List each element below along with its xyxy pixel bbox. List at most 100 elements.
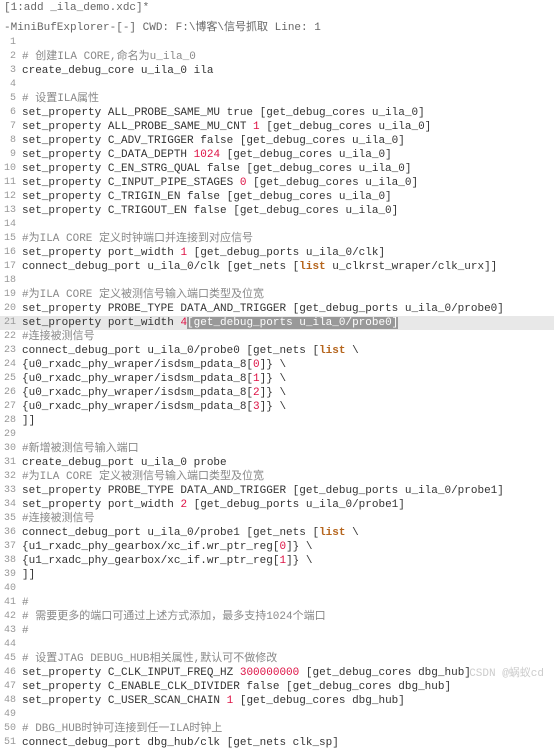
- code-text: [22, 36, 554, 50]
- code-line[interactable]: 16set_property port_width 1 [get_debug_p…: [0, 246, 554, 260]
- code-line[interactable]: 1: [0, 36, 554, 50]
- code-line[interactable]: 34set_property port_width 2 [get_debug_p…: [0, 498, 554, 512]
- code-line[interactable]: 51connect_debug_port dbg_hub/clk [get_ne…: [0, 736, 554, 750]
- code-line[interactable]: 37{u1_rxadc_phy_gearbox/xc_if.wr_ptr_reg…: [0, 540, 554, 554]
- code-line[interactable]: 22#连接被测信号: [0, 330, 554, 344]
- code-line[interactable]: 49: [0, 708, 554, 722]
- code-line[interactable]: 14: [0, 218, 554, 232]
- code-text: set_property C_TRIGIN_EN false [get_debu…: [22, 190, 554, 204]
- code-text: set_property port_width 4[get_debug_port…: [22, 316, 554, 330]
- code-line[interactable]: 7set_property ALL_PROBE_SAME_MU_CNT 1 [g…: [0, 120, 554, 134]
- line-number: 41: [0, 596, 22, 610]
- code-editor[interactable]: 12# 创建ILA CORE,命名为u_ila_03create_debug_c…: [0, 36, 554, 750]
- line-number: 3: [0, 64, 22, 78]
- line-number: 37: [0, 540, 22, 554]
- line-number: 44: [0, 638, 22, 652]
- line-number: 6: [0, 106, 22, 120]
- code-text: set_property ALL_PROBE_SAME_MU true [get…: [22, 106, 554, 120]
- code-text: ]]: [22, 414, 554, 428]
- code-line[interactable]: 36connect_debug_port u_ila_0/probe1 [get…: [0, 526, 554, 540]
- code-text: connect_debug_port u_ila_0/clk [get_nets…: [22, 260, 554, 274]
- code-line[interactable]: 25{u0_rxadc_phy_wraper/isdsm_pdata_8[1]}…: [0, 372, 554, 386]
- line-number: 39: [0, 568, 22, 582]
- code-line[interactable]: 2# 创建ILA CORE,命名为u_ila_0: [0, 50, 554, 64]
- line-number: 23: [0, 344, 22, 358]
- code-line[interactable]: 12set_property C_TRIGIN_EN false [get_de…: [0, 190, 554, 204]
- code-line[interactable]: 8set_property C_ADV_TRIGGER false [get_d…: [0, 134, 554, 148]
- line-number: 7: [0, 120, 22, 134]
- code-text: connect_debug_port u_ila_0/probe1 [get_n…: [22, 526, 554, 540]
- code-line[interactable]: 3create_debug_core u_ila_0 ila: [0, 64, 554, 78]
- code-line[interactable]: 10set_property C_EN_STRG_QUAL false [get…: [0, 162, 554, 176]
- code-text: [22, 638, 554, 652]
- line-number: 12: [0, 190, 22, 204]
- code-line[interactable]: 44: [0, 638, 554, 652]
- code-text: set_property port_width 2 [get_debug_por…: [22, 498, 554, 512]
- code-line[interactable]: 29: [0, 428, 554, 442]
- line-number: 8: [0, 134, 22, 148]
- line-number: 32: [0, 470, 22, 484]
- code-line[interactable]: 43#: [0, 624, 554, 638]
- code-text: set_property ALL_PROBE_SAME_MU_CNT 1 [ge…: [22, 120, 554, 134]
- code-line[interactable]: 19#为ILA CORE 定义被测信号输入端口类型及位宽: [0, 288, 554, 302]
- code-line[interactable]: 47set_property C_ENABLE_CLK_DIVIDER fals…: [0, 680, 554, 694]
- code-line[interactable]: 30#新增被测信号输入端口: [0, 442, 554, 456]
- line-number: 40: [0, 582, 22, 596]
- code-line[interactable]: 39]]: [0, 568, 554, 582]
- code-line[interactable]: 23connect_debug_port u_ila_0/probe0 [get…: [0, 344, 554, 358]
- code-line[interactable]: 21set_property port_width 4[get_debug_po…: [0, 316, 554, 330]
- code-line[interactable]: 24{u0_rxadc_phy_wraper/isdsm_pdata_8[0]}…: [0, 358, 554, 372]
- code-line[interactable]: 31create_debug_port u_ila_0 probe: [0, 456, 554, 470]
- code-line[interactable]: 9set_property C_DATA_DEPTH 1024 [get_deb…: [0, 148, 554, 162]
- code-text: set_property C_ADV_TRIGGER false [get_de…: [22, 134, 554, 148]
- line-number: 49: [0, 708, 22, 722]
- code-line[interactable]: 50# DBG_HUB时钟可连接到任一ILA时钟上: [0, 722, 554, 736]
- code-line[interactable]: 38{u1_rxadc_phy_gearbox/xc_if.wr_ptr_reg…: [0, 554, 554, 568]
- code-line[interactable]: 28]]: [0, 414, 554, 428]
- line-number: 27: [0, 400, 22, 414]
- code-text: set_property C_ENABLE_CLK_DIVIDER false …: [22, 680, 554, 694]
- code-text: [22, 274, 554, 288]
- line-number: 33: [0, 484, 22, 498]
- code-text: set_property C_INPUT_PIPE_STAGES 0 [get_…: [22, 176, 554, 190]
- code-line[interactable]: 33set_property PROBE_TYPE DATA_AND_TRIGG…: [0, 484, 554, 498]
- code-line[interactable]: 26{u0_rxadc_phy_wraper/isdsm_pdata_8[2]}…: [0, 386, 554, 400]
- code-line[interactable]: 40: [0, 582, 554, 596]
- code-text: # 需要更多的端口可通过上述方式添加，最多支持1024个端口: [22, 610, 554, 624]
- code-line[interactable]: 4: [0, 78, 554, 92]
- code-line[interactable]: 48set_property C_USER_SCAN_CHAIN 1 [get_…: [0, 694, 554, 708]
- line-number: 36: [0, 526, 22, 540]
- code-line[interactable]: 15#为ILA CORE 定义时钟端口并连接到对应信号: [0, 232, 554, 246]
- code-line[interactable]: 20set_property PROBE_TYPE DATA_AND_TRIGG…: [0, 302, 554, 316]
- code-line[interactable]: 5# 设置ILA属性: [0, 92, 554, 106]
- code-text: #: [22, 624, 554, 638]
- code-text: set_property C_TRIGOUT_EN false [get_deb…: [22, 204, 554, 218]
- code-text: [22, 708, 554, 722]
- code-line[interactable]: 18: [0, 274, 554, 288]
- line-number: 20: [0, 302, 22, 316]
- code-text: create_debug_core u_ila_0 ila: [22, 64, 554, 78]
- line-number: 9: [0, 148, 22, 162]
- line-number: 22: [0, 330, 22, 344]
- code-text: [22, 428, 554, 442]
- code-line[interactable]: 42# 需要更多的端口可通过上述方式添加，最多支持1024个端口: [0, 610, 554, 624]
- code-line[interactable]: 32#为ILA CORE 定义被测信号输入端口类型及位宽: [0, 470, 554, 484]
- line-number: 2: [0, 50, 22, 64]
- line-number: 35: [0, 512, 22, 526]
- code-text: set_property C_USER_SCAN_CHAIN 1 [get_de…: [22, 694, 554, 708]
- code-line[interactable]: 6set_property ALL_PROBE_SAME_MU true [ge…: [0, 106, 554, 120]
- line-number: 25: [0, 372, 22, 386]
- code-line[interactable]: 13set_property C_TRIGOUT_EN false [get_d…: [0, 204, 554, 218]
- line-number: 26: [0, 386, 22, 400]
- line-number: 51: [0, 736, 22, 750]
- code-line[interactable]: 41#: [0, 596, 554, 610]
- line-number: 17: [0, 260, 22, 274]
- code-line[interactable]: 27{u0_rxadc_phy_wraper/isdsm_pdata_8[3]}…: [0, 400, 554, 414]
- line-number: 43: [0, 624, 22, 638]
- code-text: {u0_rxadc_phy_wraper/isdsm_pdata_8[1]} \: [22, 372, 554, 386]
- code-line[interactable]: 17connect_debug_port u_ila_0/clk [get_ne…: [0, 260, 554, 274]
- line-number: 45: [0, 652, 22, 666]
- code-line[interactable]: 11set_property C_INPUT_PIPE_STAGES 0 [ge…: [0, 176, 554, 190]
- line-number: 14: [0, 218, 22, 232]
- code-line[interactable]: 35#连接被测信号: [0, 512, 554, 526]
